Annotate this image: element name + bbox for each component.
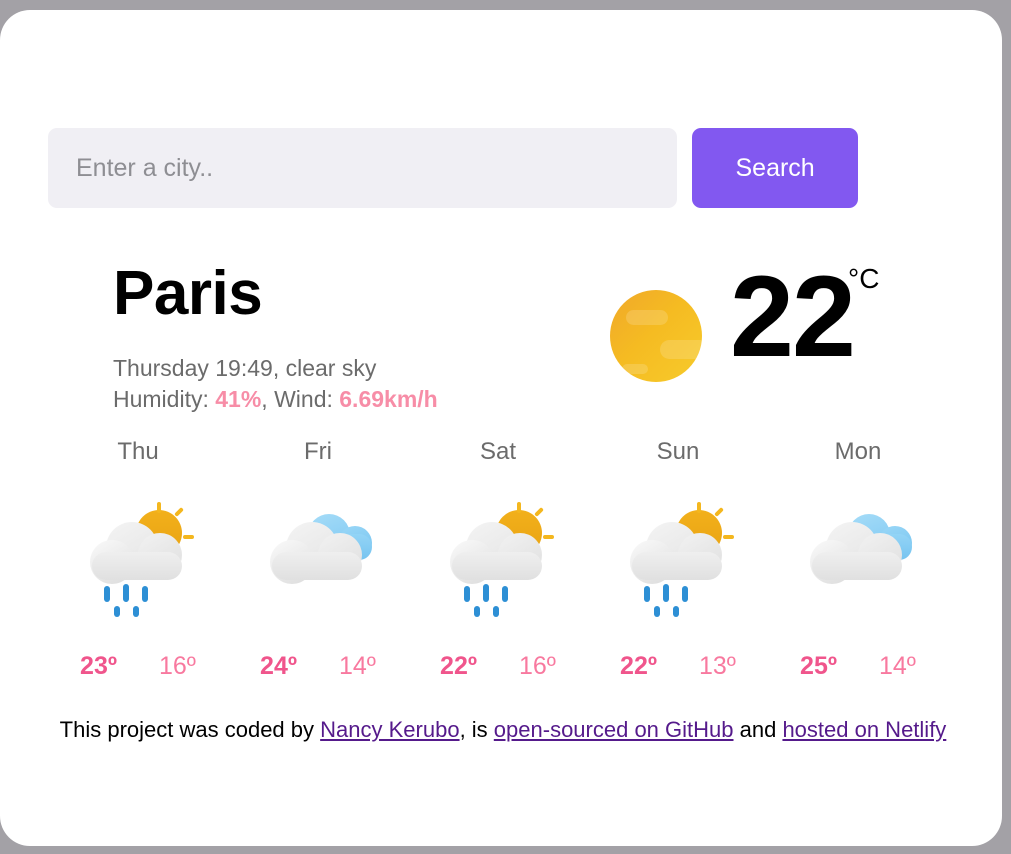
sun-ray-icon	[714, 507, 724, 517]
weather-card: Search Paris Thursday 19:49, clear sky H…	[0, 10, 1002, 846]
netlify-link[interactable]: hosted on Netlify	[782, 717, 946, 742]
github-link[interactable]: open-sourced on GitHub	[494, 717, 734, 742]
search-row: Search	[48, 128, 858, 208]
conditions-line: Thursday 19:49, clear sky	[113, 355, 377, 381]
humidity-value: 41%	[215, 386, 262, 413]
forecast-day-label: Fri	[304, 438, 332, 465]
raindrop-icon	[644, 586, 650, 602]
forecast-day: Fri 24º 14º	[228, 430, 408, 681]
forecast-temp-max: 25º	[800, 652, 837, 680]
sun-icon	[610, 290, 710, 382]
forecast-temperatures: 24º 14º	[228, 652, 408, 681]
sun-ray-icon	[723, 535, 734, 539]
raindrop-icon	[123, 584, 129, 602]
sun-behind-rain-cloud-icon	[438, 500, 558, 618]
forecast-day-label: Mon	[834, 438, 882, 465]
raindrop-icon	[673, 606, 679, 617]
sun-ray-icon	[534, 507, 544, 517]
current-conditions: Thursday 19:49, clear sky Humidity: 41%,…	[113, 353, 438, 415]
footer: This project was coded by Nancy Kerubo, …	[48, 715, 958, 745]
search-input[interactable]	[48, 128, 678, 208]
forecast-temp-max: 22º	[620, 652, 657, 680]
forecast-row: Thu 23º 16º Fri 24º 14º Sat 22º 16º Sun …	[48, 430, 958, 681]
raindrop-icon	[483, 584, 489, 602]
sun-streak	[622, 364, 648, 374]
forecast-temp-min: 16º	[519, 652, 556, 680]
metric-separator: ,	[261, 386, 275, 413]
sun-ray-icon	[157, 502, 161, 513]
cloud-icon	[812, 552, 902, 580]
current-weather: Paris Thursday 19:49, clear sky Humidity…	[0, 250, 1002, 420]
cloud-icon	[272, 552, 362, 580]
forecast-day: Sun 22º 13º	[588, 430, 768, 681]
sun-streak	[626, 310, 668, 325]
forecast-day-label: Sat	[479, 438, 517, 465]
author-link[interactable]: Nancy Kerubo	[320, 717, 459, 742]
forecast-day: Mon 25º 14º	[768, 430, 948, 681]
forecast-temp-min: 13º	[699, 652, 736, 680]
wind-label: Wind:	[274, 386, 333, 413]
cloud-icon	[452, 552, 542, 580]
wind-value: 6.69km/h	[339, 386, 438, 413]
sun-ray-icon	[174, 507, 184, 517]
search-button[interactable]: Search	[692, 128, 858, 208]
forecast-temperatures: 22º 13º	[588, 652, 768, 681]
raindrop-icon	[502, 586, 508, 602]
forecast-temp-max: 23º	[80, 652, 117, 680]
sun-ray-icon	[543, 535, 554, 539]
forecast-day: Sat 22º 16º	[408, 430, 588, 681]
footer-text-and: and	[733, 717, 783, 742]
raindrop-icon	[133, 606, 139, 617]
forecast-temp-max: 22º	[440, 652, 477, 680]
forecast-temperatures: 22º 16º	[408, 652, 588, 681]
raindrop-icon	[464, 586, 470, 602]
raindrop-icon	[104, 586, 110, 602]
current-temperature: 22	[730, 253, 856, 381]
humidity-wind-line: Humidity: 41%, Wind: 6.69km/h	[113, 384, 438, 415]
forecast-temp-min: 14º	[879, 652, 916, 680]
sun-ray-icon	[697, 502, 701, 513]
forecast-temperatures: 25º 14º	[768, 652, 948, 681]
footer-text-middle: , is	[459, 717, 494, 742]
forecast-temperatures: 23º 16º	[48, 652, 228, 681]
broken-clouds-icon	[258, 500, 378, 618]
page-background: Search Paris Thursday 19:49, clear sky H…	[0, 0, 1011, 854]
city-name: Paris	[113, 259, 263, 328]
raindrop-icon	[142, 586, 148, 602]
city-block: Paris Thursday 19:49, clear sky Humidity…	[113, 263, 438, 415]
forecast-day-label: Sun	[656, 438, 700, 465]
sun-behind-rain-cloud-icon	[618, 500, 738, 618]
forecast-temp-min: 16º	[159, 652, 196, 680]
raindrop-icon	[493, 606, 499, 617]
forecast-day: Thu 23º 16º	[48, 430, 228, 681]
broken-clouds-icon	[798, 500, 918, 618]
raindrop-icon	[654, 606, 660, 617]
forecast-temp-min: 14º	[339, 652, 376, 680]
raindrop-icon	[114, 606, 120, 617]
humidity-label: Humidity:	[113, 386, 209, 413]
forecast-temp-max: 24º	[260, 652, 297, 680]
cloud-icon	[92, 552, 182, 580]
forecast-day-label: Thu	[117, 438, 159, 465]
temperature-block: 22 °C	[600, 250, 930, 400]
raindrop-icon	[682, 586, 688, 602]
cloud-icon	[632, 552, 722, 580]
sun-ray-icon	[517, 502, 521, 513]
sun-ray-icon	[183, 535, 194, 539]
raindrop-icon	[663, 584, 669, 602]
footer-text-prefix: This project was coded by	[59, 717, 321, 742]
sun-behind-rain-cloud-icon	[78, 500, 198, 618]
raindrop-icon	[474, 606, 480, 617]
temperature-unit: °C	[848, 263, 880, 294]
sun-streak	[660, 340, 710, 359]
